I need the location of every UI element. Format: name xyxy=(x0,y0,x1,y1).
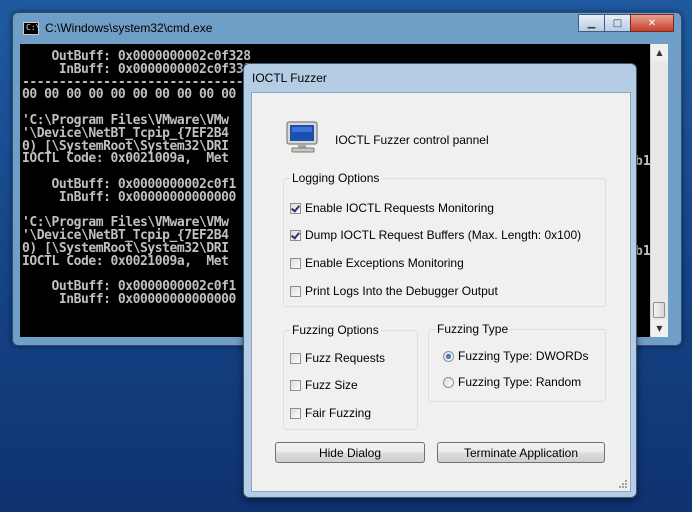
ioctl-fuzzer-dialog: IOCTL Fuzzer IOCTL Fuzzer control pannel… xyxy=(243,63,637,498)
checkbox-enable-exceptions-monitoring[interactable]: Enable Exceptions Monitoring xyxy=(290,256,464,270)
checkbox-icon[interactable] xyxy=(290,202,301,214)
radio-icon[interactable] xyxy=(443,350,454,362)
fuzzing-options-title: Fuzzing Options xyxy=(290,323,381,337)
dialog-client-area: IOCTL Fuzzer control pannel Logging Opti… xyxy=(251,92,631,492)
checkbox-fuzz-size[interactable]: Fuzz Size xyxy=(290,378,358,392)
console-line: InBuff: 0x00000000000000 xyxy=(22,189,237,205)
fuzzing-options-group: Fuzzing Options Fuzz Requests Fuzz Size … xyxy=(283,323,418,430)
monitor-icon xyxy=(286,121,318,153)
close-icon[interactable]: ✕ xyxy=(630,14,674,32)
console-fragment: b1 xyxy=(635,154,650,169)
console-line: InBuff: 0x00000000000000 xyxy=(22,292,237,308)
cmd-icon-text: C:\ xyxy=(26,23,41,32)
dialog-title: IOCTL Fuzzer xyxy=(252,71,327,85)
radio-icon[interactable] xyxy=(443,376,454,388)
cmd-window-title: C:\Windows\system32\cmd.exe xyxy=(45,21,213,35)
checkbox-enable-ioctl-monitoring[interactable]: Enable IOCTL Requests Monitoring xyxy=(290,201,494,215)
checkbox-icon[interactable] xyxy=(290,352,301,364)
maximize-icon[interactable]: □ xyxy=(604,14,631,32)
checkbox-label: Fair Fuzzing xyxy=(305,406,372,420)
radio-label: Fuzzing Type: DWORDs xyxy=(458,349,589,363)
radio-label: Fuzzing Type: Random xyxy=(458,375,582,389)
console-line: IOCTL Code: 0x0021009a, Met xyxy=(22,253,229,269)
radio-fuzzing-type-dwords[interactable]: Fuzzing Type: DWORDs xyxy=(443,349,588,363)
dialog-header-text: IOCTL Fuzzer control pannel xyxy=(335,133,489,147)
window-controls: ▁ □ ✕ xyxy=(578,14,674,32)
radio-fuzzing-type-random[interactable]: Fuzzing Type: Random xyxy=(443,375,581,389)
checkbox-label: Fuzz Size xyxy=(305,378,358,392)
logging-options-group: Logging Options Enable IOCTL Requests Mo… xyxy=(283,171,606,307)
terminate-application-button[interactable]: Terminate Application xyxy=(437,442,605,463)
checkbox-icon[interactable] xyxy=(290,257,301,269)
fuzzing-type-group: Fuzzing Type Fuzzing Type: DWORDs Fuzzin… xyxy=(428,322,606,402)
checkbox-label: Dump IOCTL Request Buffers (Max. Length:… xyxy=(305,228,582,242)
checkbox-label: Print Logs Into the Debugger Output xyxy=(305,284,498,298)
cmd-app-icon: C:\ xyxy=(23,22,41,35)
fuzzing-type-title: Fuzzing Type xyxy=(435,322,511,336)
checkbox-label: Enable Exceptions Monitoring xyxy=(305,256,464,270)
checkbox-fair-fuzzing[interactable]: Fair Fuzzing xyxy=(290,406,371,420)
logging-options-title: Logging Options xyxy=(290,171,382,185)
hide-dialog-button[interactable]: Hide Dialog xyxy=(275,442,425,463)
cmd-titlebar[interactable]: C:\ C:\Windows\system32\cmd.exe ▁ □ ✕ xyxy=(13,13,681,43)
console-scrollbar[interactable]: ▲ ▼ xyxy=(650,44,668,337)
console-line: 00 00 00 00 00 00 00 00 00 00 xyxy=(22,87,236,103)
checkbox-icon[interactable] xyxy=(290,379,301,391)
checkbox-icon[interactable] xyxy=(290,407,301,419)
minimize-icon[interactable]: ▁ xyxy=(578,14,605,32)
checkbox-icon[interactable] xyxy=(290,285,301,297)
checkbox-label: Enable IOCTL Requests Monitoring xyxy=(305,201,494,215)
console-line: IOCTL Code: 0x0021009a, Met xyxy=(22,151,229,167)
scrollbar-thumb[interactable] xyxy=(653,302,665,318)
scroll-down-arrow-icon[interactable]: ▼ xyxy=(651,320,668,337)
checkbox-label: Fuzz Requests xyxy=(305,351,386,365)
checkbox-icon[interactable] xyxy=(290,229,301,241)
checkbox-fuzz-requests[interactable]: Fuzz Requests xyxy=(290,351,385,365)
scroll-up-arrow-icon[interactable]: ▲ xyxy=(651,44,668,61)
checkbox-dump-request-buffers[interactable]: Dump IOCTL Request Buffers (Max. Length:… xyxy=(290,228,581,242)
resize-grip-icon[interactable] xyxy=(617,478,627,488)
checkbox-print-logs-debugger[interactable]: Print Logs Into the Debugger Output xyxy=(290,284,498,298)
console-fragment: b1 xyxy=(635,244,650,259)
